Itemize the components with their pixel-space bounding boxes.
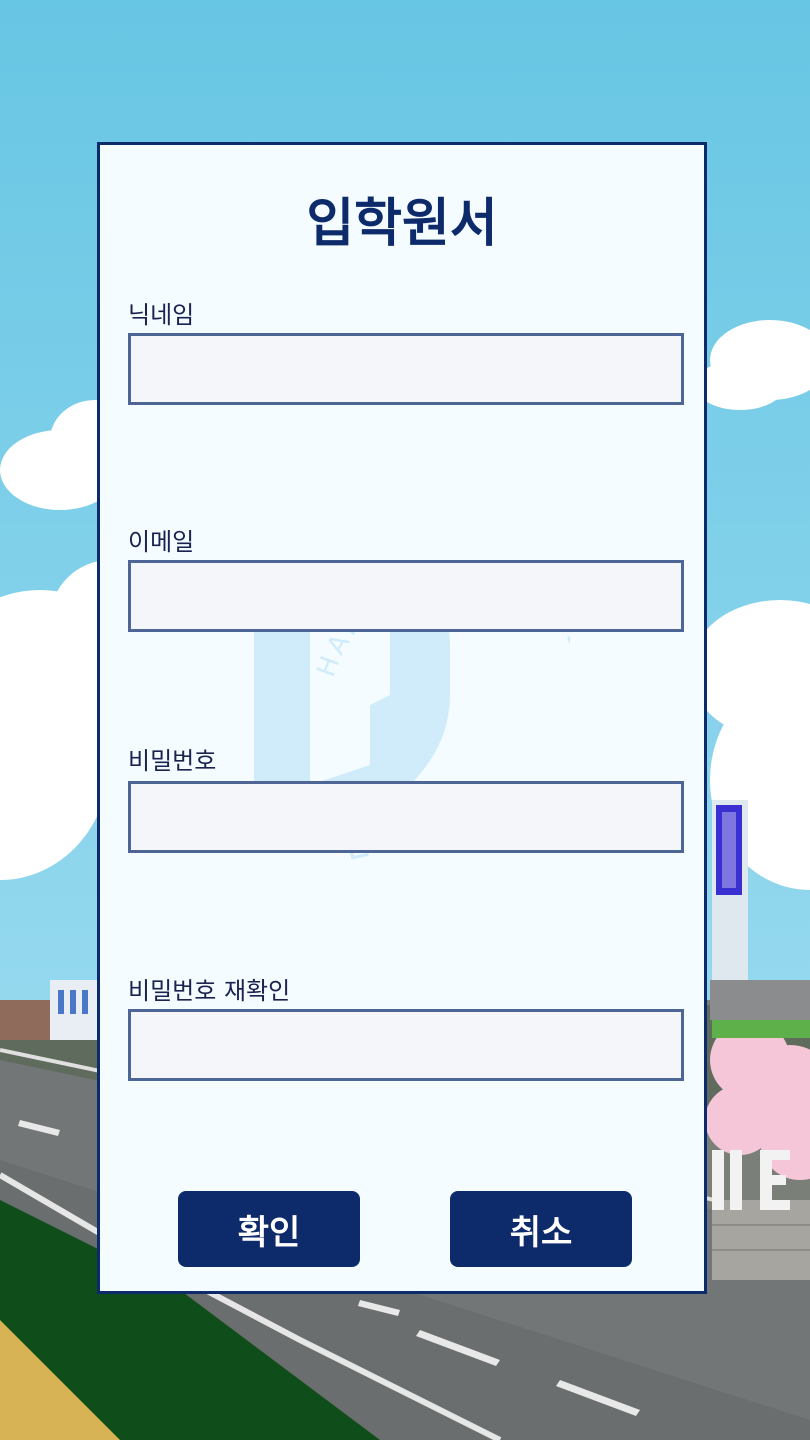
password-confirm-label: 비밀번호 재확인: [128, 977, 291, 1005]
nickname-label: 닉네임: [128, 301, 195, 329]
password-confirm-input[interactable]: [128, 1009, 684, 1081]
form-title: 입학원서: [306, 194, 498, 254]
nickname-input[interactable]: [128, 333, 684, 405]
confirm-button[interactable]: 확인: [178, 1191, 360, 1267]
email-input[interactable]: [128, 560, 684, 632]
email-label: 이메일: [128, 528, 195, 556]
password-label: 비밀번호: [128, 747, 217, 775]
password-input[interactable]: [128, 781, 684, 853]
cancel-button[interactable]: 취소: [450, 1191, 632, 1267]
application-form-card: 입학원서 HANSUNG UNIVERSITY Since 1945 한성대학교…: [97, 142, 707, 1294]
